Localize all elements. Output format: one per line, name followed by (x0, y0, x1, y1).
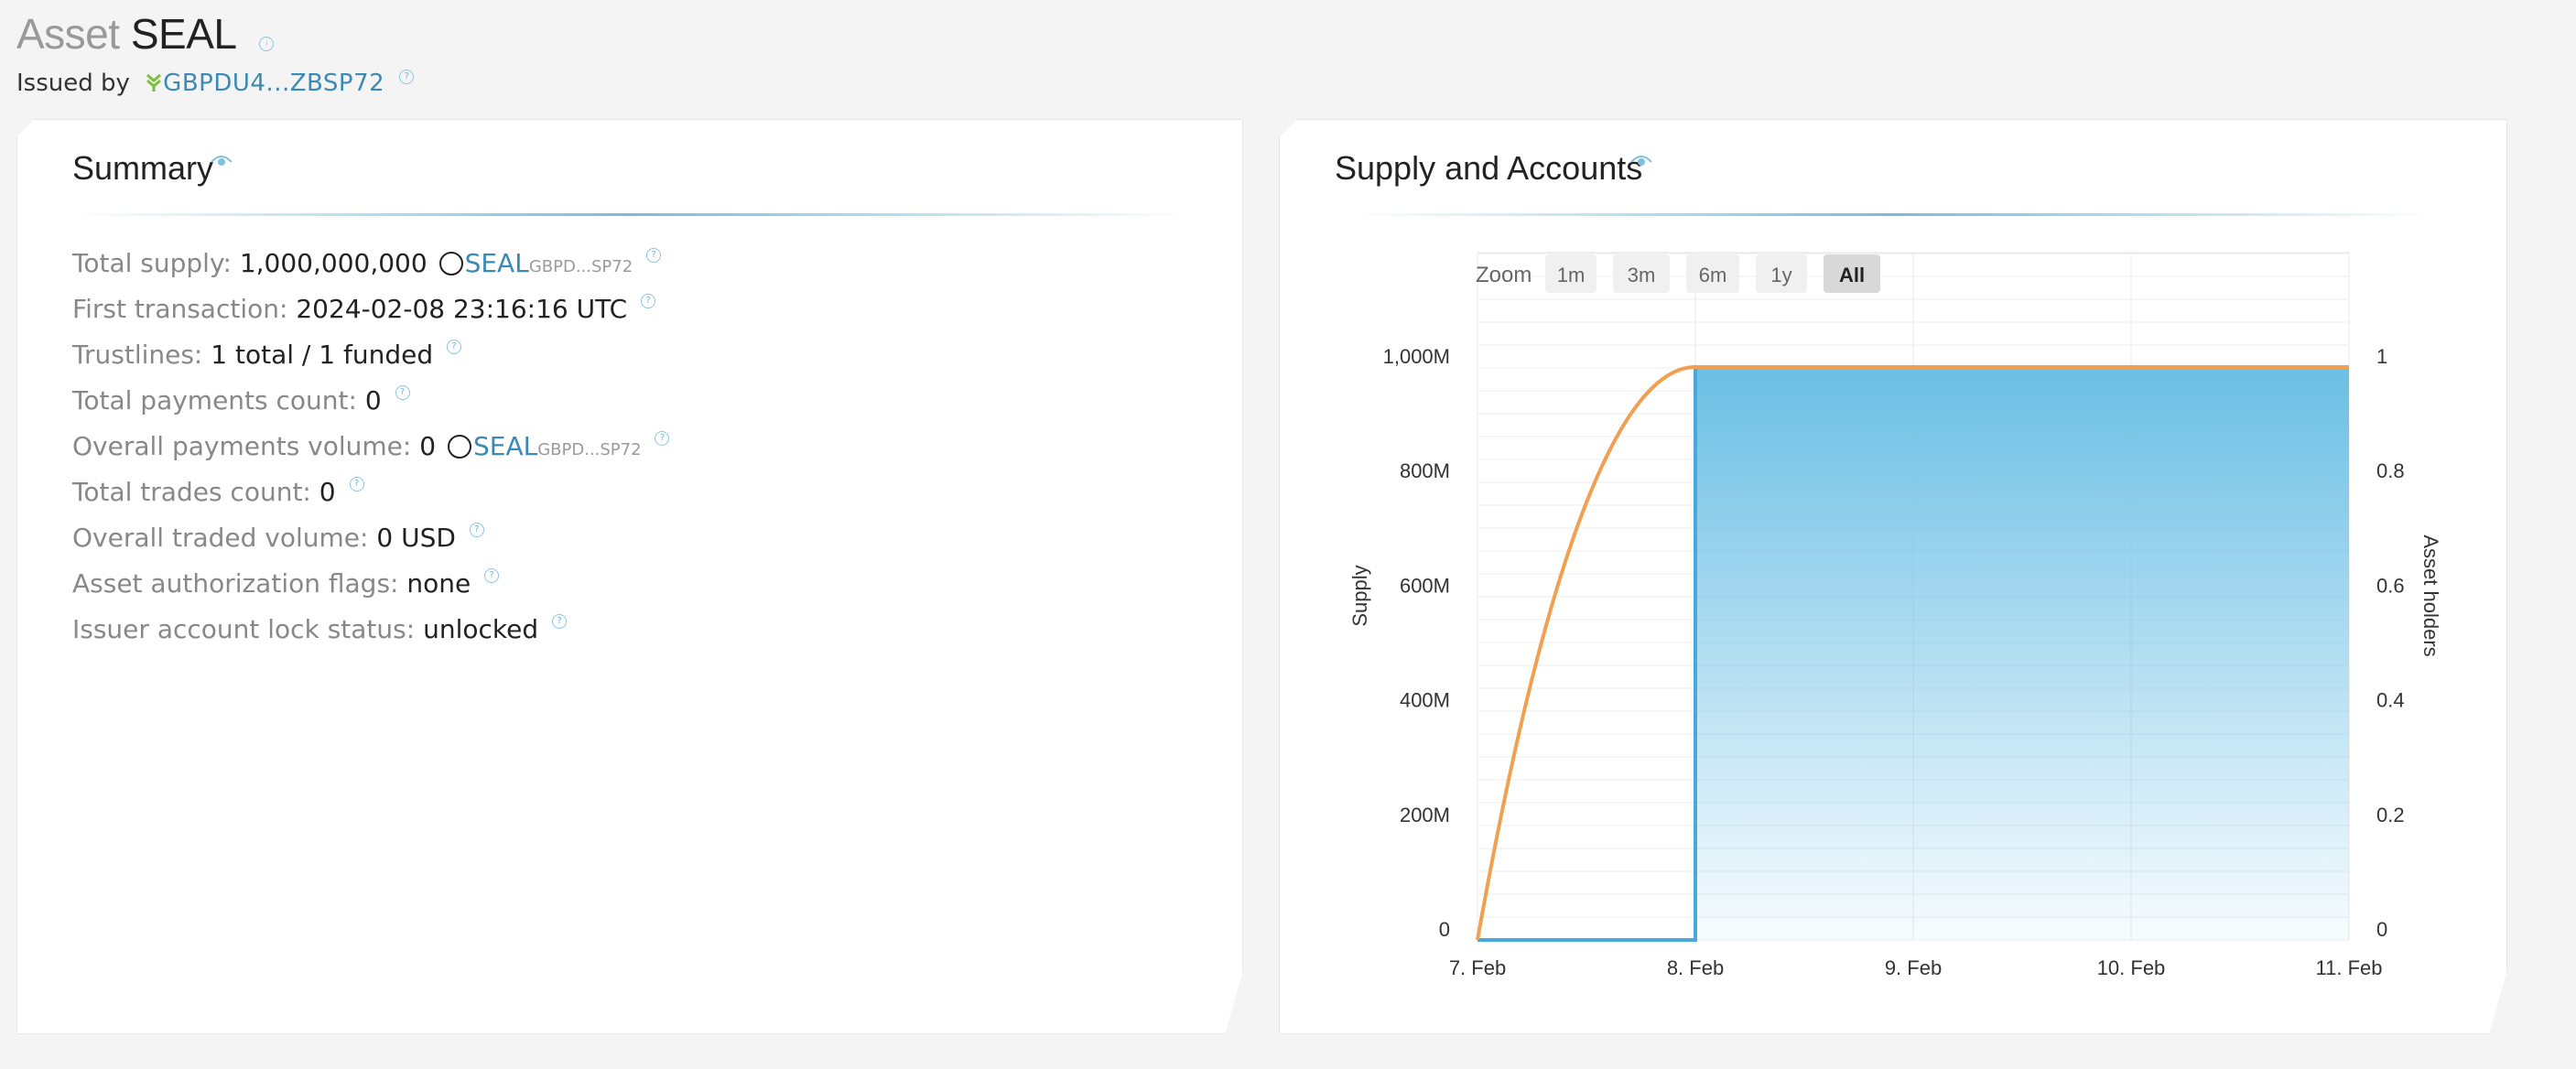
summary-list: Total supply: 1,000,000,000 SEALGBPD...S… (72, 241, 669, 653)
summary-row-trustlines: Trustlines: 1 total / 1 funded ? (72, 332, 669, 378)
help-icon[interactable]: ? (395, 385, 410, 400)
zoom-button-6m[interactable]: 6m (1686, 254, 1739, 293)
y-right-tick-label: 0.8 (2376, 459, 2405, 482)
summary-row-total-supply: Total supply: 1,000,000,000 SEALGBPD...S… (72, 241, 669, 286)
summary-row-trades-count: Total trades count: 0 ? (72, 470, 669, 515)
holders-area (1695, 367, 2349, 940)
help-icon[interactable]: ? (484, 568, 499, 583)
help-icon[interactable]: ? (552, 614, 567, 629)
x-tick-label: 11. Feb (2316, 956, 2383, 979)
zoom-button-label: 1m (1557, 264, 1586, 286)
y-left-tick-label: 200M (1400, 804, 1450, 826)
issuer-line: Issued by GBPDU4...ZBSP72 ? (16, 70, 415, 97)
asset-link[interactable]: SEAL (465, 248, 529, 278)
title-prefix: Asset (16, 10, 120, 58)
title-asset-code: SEAL (130, 10, 235, 58)
supply-panel: Supply and Accounts Zoom 1m 3m 6m 1y All 0 20… (1279, 119, 2507, 1034)
summary-panel: Summary Total supply: 1,000,000,000 SEAL… (16, 119, 1243, 1034)
summary-row-traded-volume: Overall traded volume: 0 USD ? (72, 515, 669, 561)
summary-row-payments-count: Total payments count: 0 ? (72, 378, 669, 424)
watch-eye-icon[interactable] (210, 151, 233, 169)
page-title: Asset SEAL i (16, 9, 275, 59)
summary-divider (72, 213, 1189, 216)
zoom-button-all[interactable]: All (1824, 254, 1880, 293)
y-left-tick-label: 800M (1400, 459, 1450, 482)
asset-logo-icon (448, 435, 471, 459)
y-left-tick-label: 0 (1439, 918, 1450, 941)
zoom-button-label: All (1839, 264, 1865, 286)
summary-row-payments-volume: Overall payments volume: 0 SEALGBPD...SP… (72, 424, 669, 470)
y-right-tick-label: 1 (2376, 345, 2387, 368)
summary-title: Summary (72, 149, 214, 187)
issued-by-label: Issued by (16, 70, 130, 97)
summary-row-first-transaction: First transaction: 2024-02-08 23:16:16 U… (72, 286, 669, 332)
y-right-axis-label: Asset holders (2419, 534, 2442, 656)
help-icon[interactable]: ? (350, 477, 364, 491)
asset-logo-icon (439, 252, 463, 275)
help-icon[interactable]: ? (641, 294, 655, 308)
x-tick-label: 9. Feb (1885, 956, 1942, 979)
zoom-button-1m[interactable]: 1m (1545, 254, 1596, 293)
zoom-button-label: 3m (1628, 264, 1656, 286)
help-icon[interactable]: ? (447, 340, 461, 354)
help-icon[interactable]: ? (470, 523, 484, 537)
zoom-button-label: 6m (1699, 264, 1727, 286)
x-tick-label: 7. Feb (1449, 956, 1506, 979)
issuer-link[interactable]: GBPDU4...ZBSP72 (163, 70, 384, 97)
issuer-avatar-icon (146, 73, 162, 92)
y-right-tick-label: 0.6 (2376, 574, 2405, 597)
y-right-tick-label: 0.4 (2376, 689, 2405, 712)
summary-row-auth-flags: Asset authorization flags: none ? (72, 561, 669, 607)
info-icon[interactable]: i (259, 37, 275, 51)
help-icon[interactable]: ? (399, 70, 415, 84)
zoom-button-label: 1y (1770, 264, 1791, 286)
y-right-tick-label: 0.2 (2376, 804, 2405, 826)
y-left-tick-label: 1,000M (1383, 345, 1450, 368)
help-icon[interactable]: ? (646, 248, 661, 263)
help-icon[interactable]: ? (655, 431, 669, 446)
x-tick-label: 8. Feb (1667, 956, 1724, 979)
asset-link[interactable]: SEAL (473, 431, 537, 461)
y-left-tick-label: 400M (1400, 689, 1450, 712)
zoom-label: Zoom (1476, 263, 1532, 287)
y-right-tick-label: 0 (2376, 918, 2387, 941)
x-tick-label: 10. Feb (2097, 956, 2166, 979)
summary-row-lock-status: Issuer account lock status: unlocked ? (72, 607, 669, 653)
y-left-tick-label: 600M (1400, 574, 1450, 597)
zoom-button-1y[interactable]: 1y (1756, 254, 1807, 293)
y-left-axis-label: Supply (1348, 565, 1371, 626)
zoom-button-3m[interactable]: 3m (1613, 254, 1670, 293)
supply-chart: Zoom 1m 3m 6m 1y All 0 200M 400M 600M 800M 1,000M… (1280, 120, 2508, 1035)
